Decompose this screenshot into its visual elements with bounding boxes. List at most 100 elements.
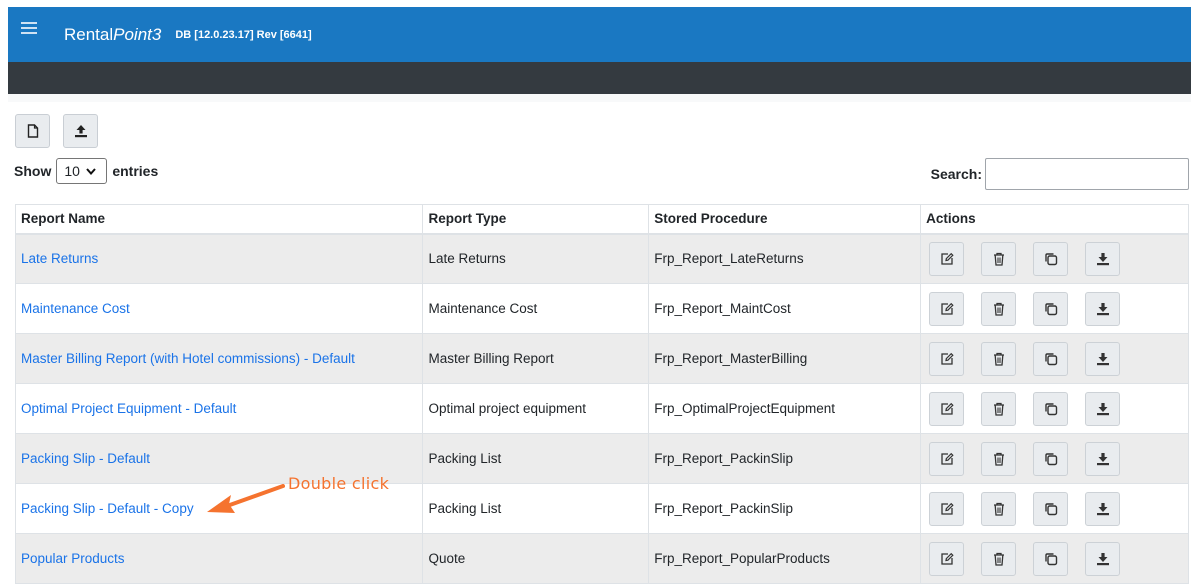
download-icon: [1096, 402, 1110, 416]
column-header-actions: Actions: [920, 204, 1189, 235]
copy-button[interactable]: [1033, 291, 1069, 326]
report-type-cell: Maintenance Cost: [422, 283, 650, 334]
new-report-button[interactable]: [15, 114, 50, 148]
stored-procedure-cell: Frp_Report_MasterBilling: [648, 333, 922, 384]
actions-cell: [920, 283, 1189, 334]
edit-icon: [940, 302, 954, 316]
report-name-link[interactable]: Maintenance Cost: [14, 283, 424, 334]
copy-button[interactable]: [1033, 441, 1069, 476]
report-name-link[interactable]: Master Billing Report (with Hotel commis…: [14, 333, 424, 384]
entries-select[interactable]: 10: [56, 158, 108, 184]
edit-button[interactable]: [929, 541, 965, 576]
app-title: RentalPoint3: [64, 25, 161, 45]
table-row[interactable]: Popular Products Quote Frp_Report_PopularP…: [14, 533, 1189, 584]
download-icon: [1096, 502, 1110, 516]
actions-cell: [920, 483, 1189, 534]
edit-button[interactable]: [929, 341, 965, 376]
copy-icon: [1044, 302, 1058, 316]
hamburger-menu-icon[interactable]: [21, 21, 37, 34]
report-name-link[interactable]: Late Returns: [14, 233, 424, 284]
report-type-cell: Packing List: [422, 433, 650, 484]
copy-button[interactable]: [1033, 341, 1069, 376]
edit-icon: [940, 502, 954, 516]
reports-panel: Show 10 entries Search: Report Name Repo…: [8, 102, 1191, 584]
edit-button[interactable]: [929, 441, 965, 476]
table-row[interactable]: Maintenance Cost Maintenance Cost Frp_Repo…: [14, 283, 1189, 334]
document-icon: [27, 124, 38, 138]
report-name-link[interactable]: Optimal Project Equipment - Default: [14, 383, 424, 434]
download-button[interactable]: [1085, 541, 1121, 576]
download-icon: [1096, 552, 1110, 566]
stored-procedure-cell: Frp_Report_PopularProducts: [648, 533, 922, 584]
show-label: Show: [14, 163, 52, 179]
delete-button[interactable]: [981, 541, 1017, 576]
download-button[interactable]: [1085, 291, 1121, 326]
copy-button[interactable]: [1033, 491, 1069, 526]
download-icon: [1096, 252, 1110, 266]
copy-icon: [1044, 352, 1058, 366]
edit-icon: [940, 252, 954, 266]
download-icon: [1096, 302, 1110, 316]
copy-button[interactable]: [1033, 391, 1069, 426]
download-button[interactable]: [1085, 391, 1121, 426]
trash-icon: [993, 352, 1005, 366]
delete-button[interactable]: [981, 341, 1017, 376]
copy-icon: [1044, 402, 1058, 416]
table-row[interactable]: Master Billing Report (with Hotel commis…: [14, 333, 1189, 384]
actions-cell: [920, 333, 1189, 384]
stored-procedure-cell: Frp_OptimalProjectEquipment: [648, 383, 922, 434]
delete-button[interactable]: [981, 441, 1017, 476]
table-body: Late Returns Late Returns Frp_Report_LateR…: [14, 233, 1189, 584]
edit-button[interactable]: [929, 491, 965, 526]
search-input[interactable]: [985, 158, 1189, 190]
download-button[interactable]: [1085, 441, 1121, 476]
stored-procedure-cell: Frp_Report_LateReturns: [648, 233, 922, 284]
entries-length-control: Show 10 entries: [14, 158, 158, 184]
edit-button[interactable]: [929, 391, 965, 426]
upload-report-button[interactable]: [63, 114, 98, 148]
search-control: Search:: [931, 158, 1189, 190]
copy-button[interactable]: [1033, 241, 1069, 276]
app-title-plain: Rental: [64, 24, 114, 44]
copy-button[interactable]: [1033, 541, 1069, 576]
actions-cell: [920, 433, 1189, 484]
table-header-row: Report Name Report Type Stored Procedure…: [14, 204, 1189, 235]
trash-icon: [993, 552, 1005, 566]
report-type-cell: Master Billing Report: [422, 333, 650, 384]
actions-cell: [920, 383, 1189, 434]
chevron-down-icon: [86, 167, 96, 175]
stored-procedure-cell: Frp_Report_PackinSlip: [648, 483, 922, 534]
report-type-cell: Packing List: [422, 483, 650, 534]
nav-bar: [8, 62, 1191, 94]
download-button[interactable]: [1085, 241, 1121, 276]
trash-icon: [993, 252, 1005, 266]
download-button[interactable]: [1085, 341, 1121, 376]
trash-icon: [993, 452, 1005, 466]
delete-button[interactable]: [981, 491, 1017, 526]
copy-icon: [1044, 452, 1058, 466]
trash-icon: [993, 302, 1005, 316]
edit-icon: [940, 352, 954, 366]
download-button[interactable]: [1085, 491, 1121, 526]
table-row[interactable]: Packing Slip - Default - Copy Packing Lis…: [14, 483, 1189, 534]
table-row[interactable]: Late Returns Late Returns Frp_Report_LateR…: [14, 233, 1189, 284]
download-icon: [1096, 452, 1110, 466]
annotation-label: Double click: [288, 474, 390, 493]
column-header-report-name[interactable]: Report Name: [14, 204, 424, 235]
column-header-stored-procedure[interactable]: Stored Procedure: [648, 204, 922, 235]
report-name-link[interactable]: Popular Products: [14, 533, 424, 584]
report-type-cell: Optimal project equipment: [422, 383, 650, 434]
copy-icon: [1044, 552, 1058, 566]
edit-button[interactable]: [929, 291, 965, 326]
delete-button[interactable]: [981, 241, 1017, 276]
delete-button[interactable]: [981, 291, 1017, 326]
delete-button[interactable]: [981, 391, 1017, 426]
stored-procedure-cell: Frp_Report_MaintCost: [648, 283, 922, 334]
column-header-report-type[interactable]: Report Type: [422, 204, 650, 235]
table-row[interactable]: Packing Slip - Default Packing List Frp_Re…: [14, 433, 1189, 484]
edit-button[interactable]: [929, 241, 965, 276]
reports-table: Report Name Report Type Stored Procedure…: [14, 204, 1189, 584]
upload-icon: [74, 125, 87, 138]
download-icon: [1096, 352, 1110, 366]
table-row[interactable]: Optimal Project Equipment - Default Optim…: [14, 383, 1189, 434]
